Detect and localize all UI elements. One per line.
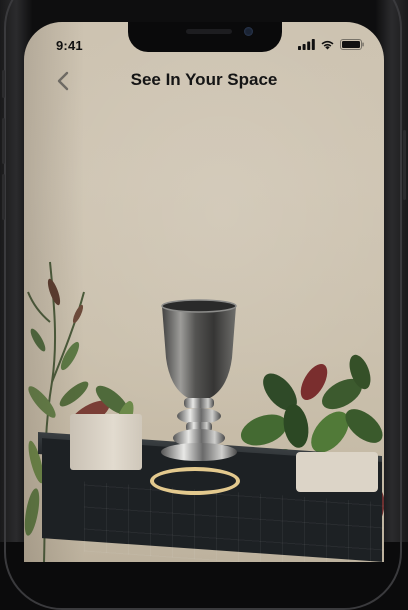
side-button (2, 70, 5, 98)
power-button (403, 130, 406, 200)
planter-left (70, 414, 142, 470)
wifi-icon (321, 40, 334, 50)
speaker-grille (186, 29, 232, 34)
ar-viewport[interactable]: 9:41 See In Your Space (24, 22, 384, 562)
volume-down-button (2, 174, 5, 220)
device-notch (128, 22, 282, 52)
planter-right (296, 452, 378, 492)
status-icons (298, 39, 364, 50)
ar-placement-ring[interactable] (150, 467, 240, 495)
device-frame: 9:41 See In Your Space (0, 0, 408, 610)
ar-vase-model[interactable] (154, 298, 244, 462)
volume-up-button (2, 118, 5, 164)
battery-icon (340, 39, 364, 50)
status-time: 9:41 (56, 38, 83, 53)
front-camera (244, 27, 253, 36)
cellular-signal-icon (298, 39, 315, 50)
page-title: See In Your Space (130, 70, 278, 89)
